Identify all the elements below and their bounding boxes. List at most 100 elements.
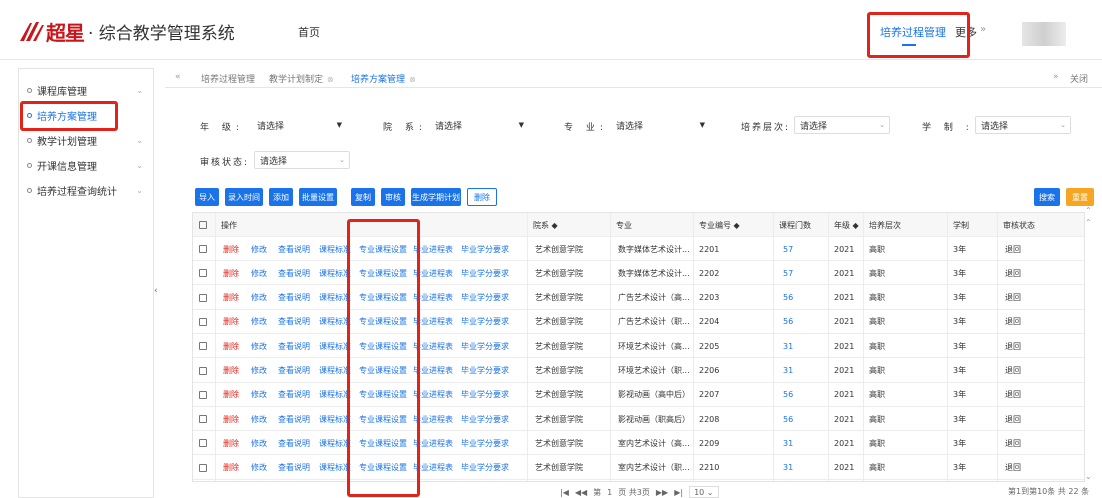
generate-semester-plan-button[interactable]: 生成学期计划 (411, 188, 461, 206)
cell-course-count[interactable]: 31 (783, 359, 793, 383)
tab-training-process[interactable]: 培养过程管理 (201, 72, 255, 85)
edit-link[interactable]: 修改 (251, 286, 267, 310)
row-checkbox[interactable] (199, 293, 207, 302)
cell-course-count[interactable]: 56 (783, 407, 793, 431)
delete-link[interactable]: 删除 (223, 261, 239, 285)
batch-set-button[interactable]: 批量设置 (299, 188, 337, 206)
add-button[interactable]: 添加 (269, 188, 293, 206)
view-notes-link[interactable]: 查看说明 (278, 359, 310, 383)
scroll-down-icon[interactable]: ⌄ (1085, 472, 1092, 481)
tab-training-plan[interactable]: 培养方案管理 ⊗ (351, 72, 416, 85)
delete-link[interactable]: 删除 (223, 334, 239, 358)
collapse-sidebar-icon[interactable]: ‹ (154, 286, 164, 300)
avatar[interactable] (1022, 22, 1066, 46)
row-checkbox[interactable] (199, 245, 207, 253)
tab-scroll-right-icon[interactable]: » (1053, 72, 1059, 82)
view-notes-link[interactable]: 查看说明 (278, 456, 310, 480)
edit-link[interactable]: 修改 (251, 359, 267, 383)
graduation-credits-link[interactable]: 毕业学分要求 (461, 431, 509, 455)
cell-course-count[interactable]: 31 (783, 456, 793, 480)
view-notes-link[interactable]: 查看说明 (278, 383, 310, 407)
edit-link[interactable]: 修改 (251, 383, 267, 407)
graduation-credits-link[interactable]: 毕业学分要求 (461, 359, 509, 383)
graduation-credits-link[interactable]: 毕业学分要求 (461, 286, 509, 310)
row-checkbox[interactable] (199, 390, 207, 399)
edit-link[interactable]: 修改 (251, 334, 267, 358)
last-page-icon[interactable]: ▶| (674, 488, 683, 497)
scroll-up-icon[interactable]: ⌃ (1085, 218, 1092, 227)
edit-link[interactable]: 修改 (251, 431, 267, 455)
row-checkbox[interactable] (199, 366, 207, 375)
graduation-credits-link[interactable]: 毕业学分要求 (461, 261, 509, 285)
header-grade[interactable]: 年级 ◆ (834, 213, 859, 237)
select-all-checkbox[interactable] (199, 221, 207, 229)
delete-link[interactable]: 删除 (223, 383, 239, 407)
reset-button[interactable]: 重置 (1066, 188, 1094, 206)
level-select[interactable]: 请选择 ⌄ (794, 116, 890, 134)
graduation-credits-link[interactable]: 毕业学分要求 (461, 237, 509, 261)
sidebar-item-teaching-plan[interactable]: 教学计划管理 ⌄ (19, 129, 153, 151)
graduation-credits-link[interactable]: 毕业学分要求 (461, 310, 509, 334)
scroll-up-icon[interactable]: ⌃ (1085, 206, 1092, 215)
close-icon[interactable]: ⊗ (327, 75, 334, 84)
audit-button[interactable]: 审核 (381, 188, 405, 206)
row-checkbox[interactable] (199, 269, 207, 278)
edit-link[interactable]: 修改 (251, 261, 267, 285)
delete-link[interactable]: 删除 (223, 359, 239, 383)
view-notes-link[interactable]: 查看说明 (278, 431, 310, 455)
close-icon[interactable]: ⊗ (409, 75, 416, 84)
next-page-icon[interactable]: ▶▶ (656, 488, 668, 497)
copy-button[interactable]: 复制 (351, 188, 375, 206)
row-checkbox[interactable] (199, 463, 207, 472)
delete-link[interactable]: 删除 (223, 237, 239, 261)
edit-link[interactable]: 修改 (251, 456, 267, 480)
search-button[interactable]: 搜索 (1034, 188, 1060, 206)
cell-course-count[interactable]: 56 (783, 286, 793, 310)
sidebar-item-course-library[interactable]: 课程库管理 ⌄ (19, 79, 153, 101)
duration-select[interactable]: 请选择 ⌄ (975, 116, 1071, 134)
delete-link[interactable]: 删除 (223, 456, 239, 480)
view-notes-link[interactable]: 查看说明 (278, 310, 310, 334)
logo[interactable]: 超星 · 综合教学管理系统 (18, 18, 235, 45)
cell-course-count[interactable]: 56 (783, 383, 793, 407)
page-number-input[interactable]: 1 (607, 488, 612, 497)
row-checkbox[interactable] (199, 439, 207, 448)
header-major-code[interactable]: 专业编号 ◆ (699, 213, 740, 237)
major-select[interactable]: 请选择 ▼ (613, 116, 709, 134)
grade-select[interactable]: 请选择 ▼ (254, 116, 346, 134)
graduation-credits-link[interactable]: 毕业学分要求 (461, 334, 509, 358)
header-dept[interactable]: 院系 ◆ (533, 213, 558, 237)
tab-scroll-left-icon[interactable]: « (175, 72, 181, 82)
chevron-right-double-icon[interactable]: » (980, 24, 986, 35)
view-notes-link[interactable]: 查看说明 (278, 334, 310, 358)
delete-link[interactable]: 删除 (223, 431, 239, 455)
delete-link[interactable]: 删除 (223, 286, 239, 310)
graduation-credits-link[interactable]: 毕业学分要求 (461, 383, 509, 407)
delete-link[interactable]: 删除 (223, 407, 239, 431)
sidebar-item-course-info[interactable]: 开课信息管理 ⌄ (19, 154, 153, 176)
view-notes-link[interactable]: 查看说明 (278, 237, 310, 261)
cell-course-count[interactable]: 57 (783, 237, 793, 261)
view-notes-link[interactable]: 查看说明 (278, 286, 310, 310)
page-size-select[interactable]: 10 ⌄ (689, 486, 719, 498)
graduation-credits-link[interactable]: 毕业学分要求 (461, 407, 509, 431)
view-notes-link[interactable]: 查看说明 (278, 407, 310, 431)
entry-time-button[interactable]: 录入时间 (225, 188, 263, 206)
view-notes-link[interactable]: 查看说明 (278, 261, 310, 285)
first-page-icon[interactable]: |◀ (560, 488, 569, 497)
nav-home[interactable]: 首页 (298, 24, 320, 40)
row-checkbox[interactable] (199, 342, 207, 351)
tab-teaching-plan[interactable]: 教学计划制定 ⊗ (269, 72, 334, 85)
delete-button[interactable]: 删除 (467, 188, 497, 206)
edit-link[interactable]: 修改 (251, 310, 267, 334)
edit-link[interactable]: 修改 (251, 237, 267, 261)
close-tabs-button[interactable]: 关闭 (1070, 72, 1088, 85)
cell-course-count[interactable]: 56 (783, 310, 793, 334)
prev-page-icon[interactable]: ◀◀ (575, 488, 587, 497)
graduation-credits-link[interactable]: 毕业学分要求 (461, 456, 509, 480)
cell-course-count[interactable]: 31 (783, 431, 793, 455)
row-checkbox[interactable] (199, 415, 207, 424)
cell-course-count[interactable]: 57 (783, 261, 793, 285)
import-button[interactable]: 导入 (195, 188, 219, 206)
edit-link[interactable]: 修改 (251, 407, 267, 431)
